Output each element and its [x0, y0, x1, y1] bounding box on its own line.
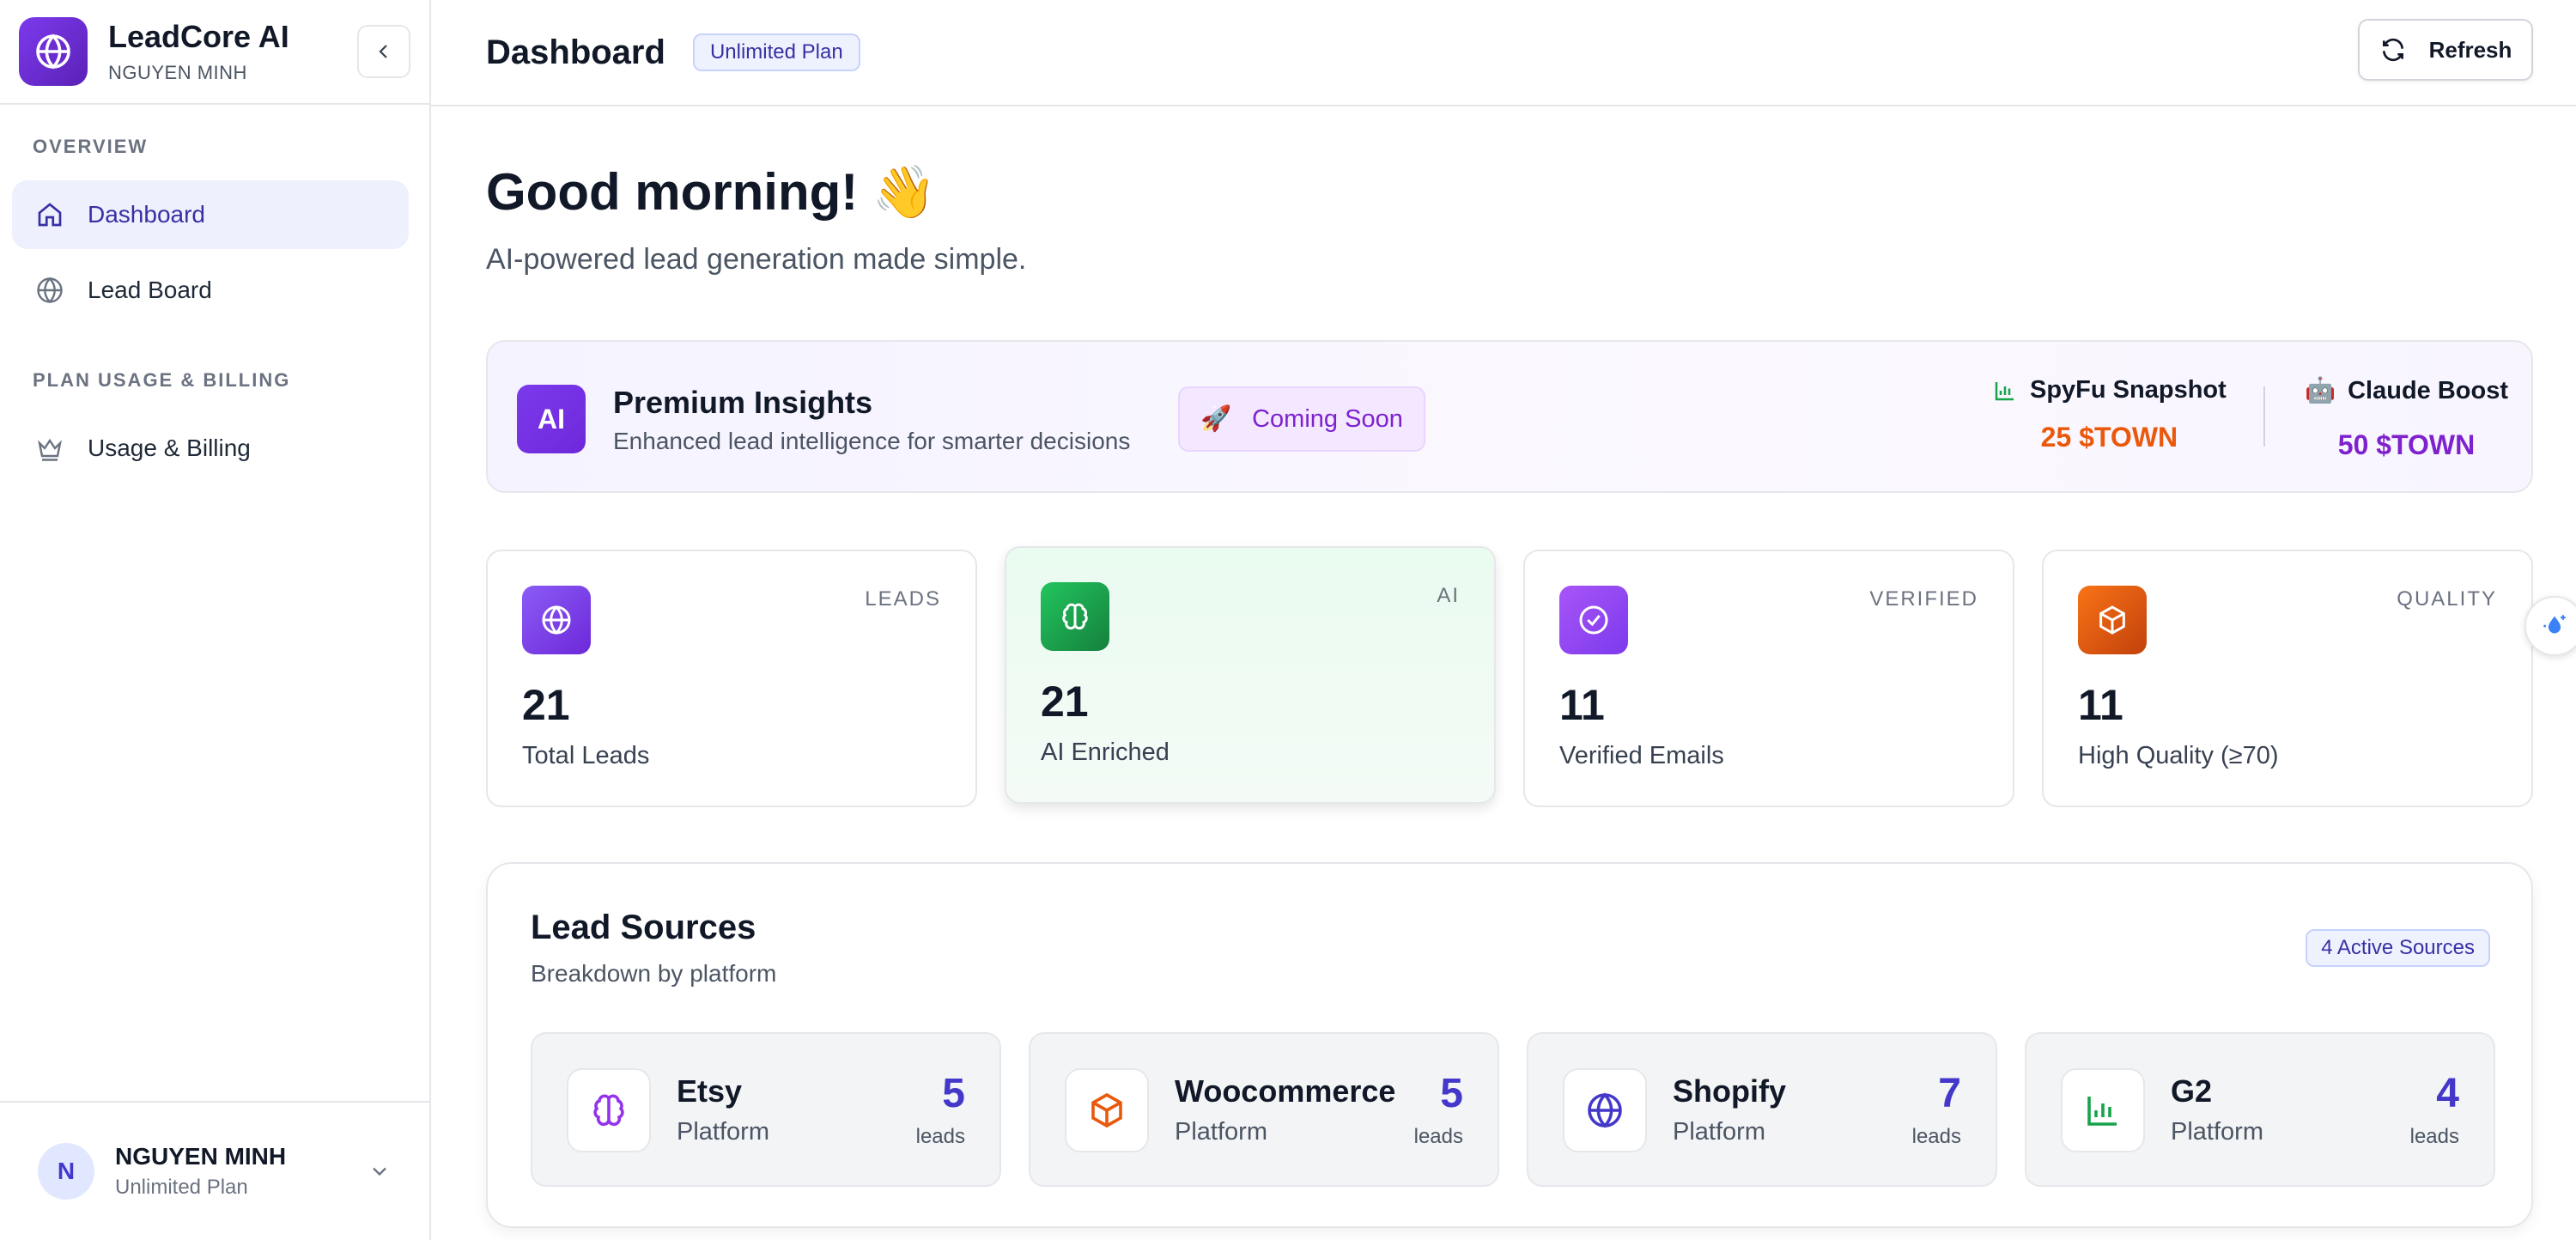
check-circle-icon	[1559, 586, 1628, 654]
stat-label: AI Enriched	[1041, 739, 1170, 766]
home-icon	[38, 203, 62, 227]
globe-icon	[37, 277, 63, 304]
stat-tag: AI	[1437, 584, 1460, 607]
globe-icon	[1563, 1068, 1647, 1152]
source-unit: leads	[1911, 1125, 1961, 1148]
offer-price: 50 $TOWN	[2337, 429, 2476, 460]
chevron-down-icon[interactable]	[368, 1159, 392, 1183]
rocket-icon: 🚀	[1200, 405, 1232, 433]
source-type: Platform	[677, 1118, 769, 1146]
brain-icon	[1041, 582, 1109, 651]
refresh-button[interactable]: Refresh	[2358, 19, 2533, 81]
sidebar-item-label: Lead Board	[88, 277, 212, 303]
user-name: NGUYEN MINH	[115, 1143, 287, 1170]
sidebar: LeadCore AI NGUYEN MINH OVERVIEW Dashboa…	[0, 0, 431, 1240]
source-card-woocommerce[interactable]: Woocommerce Platform 5 leads	[1029, 1032, 1499, 1187]
offer-name: SpyFu Snapshot	[2030, 376, 2227, 404]
source-name: Etsy	[677, 1073, 743, 1109]
refresh-label: Refresh	[2428, 36, 2512, 63]
top-header: Dashboard Unlimited Plan Refresh	[431, 0, 2576, 106]
source-count: 4	[2436, 1071, 2459, 1116]
sidebar-item-label: Usage & Billing	[88, 435, 251, 461]
source-name: Shopify	[1673, 1073, 1786, 1109]
source-type: Platform	[2171, 1118, 2263, 1146]
source-card-shopify[interactable]: Shopify Platform 7 leads	[1527, 1032, 1997, 1187]
plan-badge: Unlimited Plan	[692, 33, 860, 71]
app-name: LeadCore AI	[108, 19, 289, 54]
source-name: G2	[2171, 1073, 2213, 1109]
greeting-subtitle: AI-powered lead generation made simple.	[486, 243, 1027, 276]
brand: LeadCore AI NGUYEN MINH	[0, 0, 429, 105]
sidebar-item-dashboard[interactable]: Dashboard	[12, 180, 409, 249]
ai-badge: AI	[517, 385, 586, 453]
crown-icon	[38, 438, 62, 461]
source-unit: leads	[1413, 1125, 1463, 1148]
source-card-g2[interactable]: G2 Platform 4 leads	[2025, 1032, 2495, 1187]
source-unit: leads	[2409, 1125, 2459, 1148]
source-count: 5	[942, 1071, 965, 1116]
divider	[2263, 386, 2265, 447]
sidebar-item-usage-billing[interactable]: Usage & Billing	[12, 414, 409, 483]
source-type: Platform	[1673, 1118, 1765, 1146]
section-subtitle: Breakdown by platform	[531, 960, 777, 987]
sparkle-drop-icon	[2543, 615, 2566, 634]
refresh-icon	[2382, 38, 2403, 62]
brain-icon	[567, 1068, 651, 1152]
stat-tag: LEADS	[865, 587, 941, 611]
stat-value: 21	[1041, 678, 1089, 726]
section-title: Lead Sources	[531, 909, 756, 946]
greeting-title: Good morning! 👋	[486, 163, 937, 221]
brand-user: NGUYEN MINH	[108, 62, 247, 83]
user-plan: Unlimited Plan	[115, 1176, 248, 1199]
app-logo-icon	[19, 17, 88, 86]
stat-tag: VERIFIED	[1869, 587, 1978, 611]
nav-section-billing: PLAN USAGE & BILLING	[33, 369, 291, 391]
stat-label: High Quality (≥70)	[2078, 742, 2279, 769]
stat-label: Total Leads	[522, 742, 650, 769]
sidebar-item-label: Dashboard	[88, 201, 205, 228]
coming-soon-badge: 🚀 Coming Soon	[1178, 386, 1425, 452]
user-menu[interactable]: N NGUYEN MINH Unlimited Plan	[0, 1101, 429, 1240]
nav-section-overview: OVERVIEW	[33, 136, 149, 157]
source-unit: leads	[915, 1125, 965, 1148]
collapse-sidebar-button[interactable]	[357, 25, 410, 78]
bar-chart-icon	[1995, 381, 2014, 400]
source-type: Platform	[1175, 1118, 1267, 1146]
stat-card-high-quality[interactable]: QUALITY 11 High Quality (≥70)	[2042, 550, 2533, 807]
stat-value: 11	[2078, 681, 2123, 729]
premium-insights-banner: AI Premium Insights Enhanced lead intell…	[486, 340, 2533, 493]
stat-value: 21	[522, 681, 570, 729]
active-sources-badge: 4 Active Sources	[2306, 929, 2490, 967]
page-title: Dashboard	[486, 33, 665, 71]
offer-price: 25 $TOWN	[2040, 422, 2178, 453]
stat-card-total-leads[interactable]: LEADS 21 Total Leads	[486, 550, 977, 807]
insights-subtitle: Enhanced lead intelligence for smarter d…	[613, 428, 1131, 454]
chevron-left-icon	[379, 45, 387, 58]
offer-name: Claude Boost	[2348, 376, 2509, 404]
robot-icon: 🤖	[2305, 377, 2336, 404]
source-card-etsy[interactable]: Etsy Platform 5 leads	[531, 1032, 1001, 1187]
coming-soon-label: Coming Soon	[1252, 404, 1403, 433]
stat-card-ai-enriched[interactable]: AI 21 AI Enriched	[1005, 546, 1496, 804]
sidebar-item-lead-board[interactable]: Lead Board	[12, 256, 409, 325]
avatar: N	[38, 1143, 94, 1200]
source-name: Woocommerce	[1175, 1073, 1396, 1109]
stat-label: Verified Emails	[1559, 742, 1724, 769]
offer-claude-boost[interactable]: 🤖 Claude Boost 50 $TOWN	[2305, 376, 2508, 461]
lead-sources-panel: Lead Sources Breakdown by platform 4 Act…	[486, 862, 2533, 1228]
globe-icon	[522, 586, 591, 654]
stat-card-verified-emails[interactable]: VERIFIED 11 Verified Emails	[1523, 550, 2014, 807]
box-icon	[2078, 586, 2147, 654]
source-count: 5	[1440, 1071, 1463, 1116]
stat-value: 11	[1559, 681, 1605, 729]
stat-tag: QUALITY	[2397, 587, 2497, 611]
source-count: 7	[1938, 1071, 1961, 1116]
bar-chart-icon	[2061, 1068, 2145, 1152]
insights-title: Premium Insights	[613, 385, 873, 420]
box-icon	[1065, 1068, 1149, 1152]
offer-spyfu[interactable]: SpyFu Snapshot 25 $TOWN	[1992, 376, 2227, 453]
